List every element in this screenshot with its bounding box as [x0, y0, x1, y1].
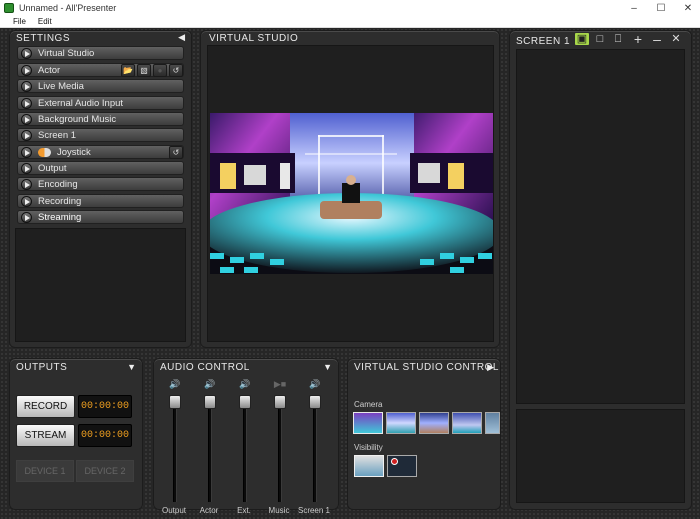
volume-slider[interactable]: [309, 395, 321, 409]
camera-icon[interactable]: ⎕: [611, 33, 625, 45]
reset-icon[interactable]: ↺: [169, 64, 183, 77]
screen-window-icon[interactable]: □: [594, 33, 606, 45]
close-screen-icon[interactable]: ✕: [670, 33, 682, 45]
menu-bar: File Edit: [0, 16, 700, 28]
stream-button[interactable]: STREAM: [16, 424, 75, 447]
visibility-thumb-2[interactable]: [387, 455, 417, 477]
expand-icon: [21, 80, 32, 92]
menu-edit[interactable]: Edit: [38, 17, 52, 26]
expand-icon: [21, 97, 32, 109]
volume-slider[interactable]: [274, 395, 286, 409]
outputs-dropdown-icon[interactable]: ▼: [127, 362, 136, 372]
volume-track: [243, 406, 247, 502]
settings-item-streaming[interactable]: Streaming: [17, 210, 184, 224]
hidden-icon: [391, 458, 398, 465]
vs-expand-icon[interactable]: ▶: [487, 362, 494, 373]
expand-icon: [21, 113, 32, 125]
joystick-icon: [38, 147, 51, 157]
screen-fit-icon[interactable]: ▣: [575, 33, 589, 45]
remove-icon[interactable]: –: [651, 32, 663, 46]
add-icon[interactable]: +: [632, 32, 644, 46]
expand-icon: [21, 47, 32, 59]
channel-label: Screen 1: [297, 506, 331, 515]
device-1-button[interactable]: DEVICE 1: [16, 460, 74, 482]
settings-item-live-media[interactable]: Live Media: [17, 79, 184, 93]
menu-file[interactable]: File: [13, 17, 26, 26]
volume-track: [173, 406, 177, 502]
settings-item-actor[interactable]: Actor 📂 ▧ ● ↺: [17, 63, 184, 77]
speaker-icon[interactable]: 🔊: [203, 379, 217, 390]
expand-icon: [21, 129, 32, 141]
audio-control-title: AUDIO CONTROL: [160, 362, 250, 373]
record-button[interactable]: RECORD: [16, 395, 75, 418]
expand-icon: [21, 162, 32, 174]
camera-thumb-2[interactable]: [386, 412, 416, 434]
speaker-icon[interactable]: 🔊: [238, 379, 252, 390]
camera-label: Camera: [354, 400, 383, 409]
camera-thumb-4[interactable]: [452, 412, 482, 434]
audio-dropdown-icon[interactable]: ▼: [323, 362, 332, 372]
title-bar: Unnamed - All'Presenter – ☐ ✕: [0, 0, 700, 16]
vs-control-title: VIRTUAL STUDIO CONTROL: [354, 362, 499, 373]
folder-open-icon[interactable]: 📂: [121, 64, 135, 77]
expand-icon: [21, 64, 32, 76]
visibility-thumb-1[interactable]: [354, 455, 384, 477]
close-icon[interactable]: ✕: [674, 0, 700, 16]
screen-secondary-preview: [516, 409, 685, 503]
virtual-studio-title: VIRTUAL STUDIO: [209, 33, 299, 44]
volume-slider[interactable]: [239, 395, 251, 409]
visibility-label: Visibility: [354, 443, 383, 452]
volume-track: [313, 406, 317, 502]
vs-control-panel: VIRTUAL STUDIO CONTROL ▶: [347, 358, 501, 510]
window-title: Unnamed - All'Presenter: [19, 3, 117, 13]
expand-icon: [21, 146, 32, 158]
expand-icon: [21, 211, 32, 223]
expand-icon: [21, 178, 32, 190]
screen-panel: SCREEN 1: [509, 30, 692, 510]
settings-item-external-audio[interactable]: External Audio Input: [17, 96, 184, 110]
screen-title: SCREEN 1: [516, 36, 571, 47]
speaker-icon[interactable]: 🔊: [308, 379, 322, 390]
play-stop-icon[interactable]: ▶■: [273, 379, 287, 390]
reset-icon[interactable]: ↺: [169, 146, 183, 159]
camera-thumb-5[interactable]: [485, 412, 500, 434]
expand-icon: [21, 195, 32, 207]
collapse-left-icon[interactable]: ◀: [178, 32, 185, 43]
volume-track: [208, 406, 212, 502]
settings-item-encoding[interactable]: Encoding: [17, 177, 184, 191]
settings-item-recording[interactable]: Recording: [17, 194, 184, 208]
device-2-button[interactable]: DEVICE 2: [76, 460, 134, 482]
volume-slider[interactable]: [169, 395, 181, 409]
screen-preview: [516, 49, 685, 404]
stream-timer: 00:00:00: [78, 424, 132, 447]
save-icon[interactable]: ▧: [137, 64, 151, 77]
speaker-icon[interactable]: 🔊: [168, 379, 182, 390]
settings-item-joystick[interactable]: Joystick ↺: [17, 145, 184, 159]
volume-track: [278, 406, 282, 502]
settings-item-background-music[interactable]: Background Music: [17, 112, 184, 126]
settings-title: SETTINGS: [16, 33, 71, 44]
app-icon: [4, 3, 14, 13]
volume-slider[interactable]: [204, 395, 216, 409]
studio-preview-image[interactable]: [210, 113, 493, 274]
maximize-icon[interactable]: ☐: [647, 0, 675, 16]
settings-item-output[interactable]: Output: [17, 161, 184, 175]
minimize-icon[interactable]: –: [620, 0, 648, 16]
settings-body: [15, 228, 186, 342]
settings-item-virtual-studio[interactable]: Virtual Studio: [17, 46, 184, 60]
camera-thumb-1[interactable]: [353, 412, 383, 434]
record-timer: 00:00:00: [78, 395, 132, 418]
record-dot-icon[interactable]: ●: [153, 64, 167, 77]
camera-thumb-3[interactable]: [419, 412, 449, 434]
settings-item-screen-1[interactable]: Screen 1: [17, 128, 184, 142]
outputs-title: OUTPUTS: [16, 362, 68, 373]
